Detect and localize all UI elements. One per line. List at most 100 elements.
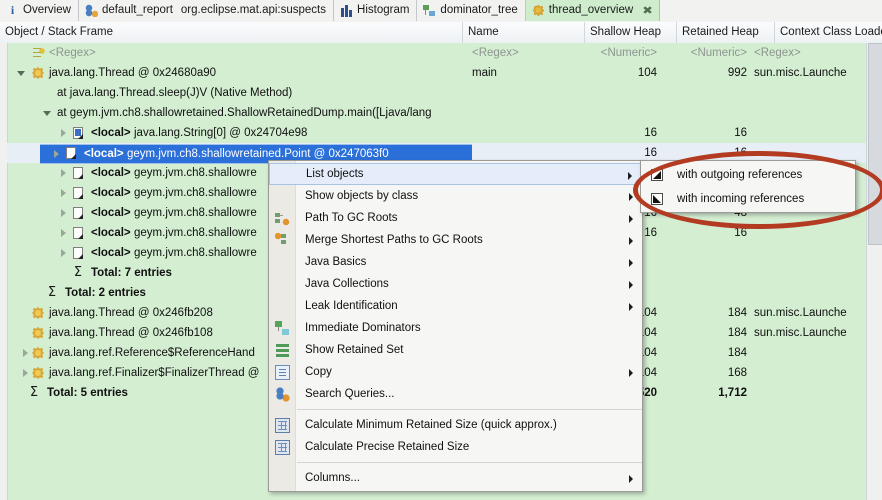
filter-loader[interactable]: <Regex> bbox=[754, 43, 801, 63]
menu-item-immediate-dominators[interactable]: Immediate Dominators bbox=[269, 317, 642, 339]
thread-icon bbox=[31, 306, 45, 320]
row-label: Total: 2 entries bbox=[65, 287, 146, 299]
column-header-context-class-loader[interactable]: Context Class Loader bbox=[775, 22, 882, 43]
menu-separator bbox=[297, 409, 642, 410]
outgoing-refs-icon bbox=[651, 169, 663, 181]
row-retained: 16 bbox=[734, 127, 747, 139]
chevron-right-icon bbox=[629, 281, 633, 289]
table-row[interactable]: at geym.jvm.ch8.shallowretained.ShallowR… bbox=[7, 103, 867, 123]
column-header-name[interactable]: Name bbox=[463, 22, 585, 43]
menu-item-label: Calculate Precise Retained Size bbox=[305, 441, 470, 453]
menu-item-label: Calculate Minimum Retained Size (quick a… bbox=[305, 419, 557, 431]
table-row[interactable]: <local> java.lang.String[0] @ 0x24704e98… bbox=[7, 123, 867, 143]
menu-item-label: Copy bbox=[305, 366, 332, 378]
menu-item-java-basics[interactable]: Java Basics bbox=[269, 251, 642, 273]
row-retained: 16 bbox=[734, 227, 747, 239]
incoming-refs-icon bbox=[651, 193, 663, 205]
menu-item-calculate-minimum-retained-size[interactable]: Calculate Minimum Retained Size (quick a… bbox=[269, 414, 642, 436]
row-label: java.lang.ref.Reference$ReferenceHand bbox=[49, 347, 255, 359]
scrollbar-thumb[interactable] bbox=[868, 43, 882, 245]
row-label: geym.jvm.ch8.shallowre bbox=[134, 247, 257, 259]
twisty-icon[interactable] bbox=[55, 229, 69, 238]
row-label: geym.jvm.ch8.shallowre bbox=[134, 187, 257, 199]
menu-item-path-to-gc-roots[interactable]: Path To GC Roots bbox=[269, 207, 642, 229]
copy-icon bbox=[275, 365, 290, 380]
close-icon[interactable]: ✖ bbox=[642, 4, 653, 17]
submenu-item-outgoing-references[interactable]: with outgoing references bbox=[641, 163, 855, 187]
object-icon bbox=[73, 207, 83, 219]
row-label: java.lang.Thread @ 0x246fb108 bbox=[49, 327, 213, 339]
filter-object[interactable]: <Regex> bbox=[49, 43, 96, 63]
row-name: main bbox=[472, 67, 497, 79]
twisty-icon[interactable] bbox=[48, 150, 62, 159]
tab-thread-overview[interactable]: thread_overview ✖ bbox=[525, 0, 661, 21]
row-local-tag: <local> bbox=[91, 247, 131, 259]
row-local-tag: <local> bbox=[91, 207, 131, 219]
merge-paths-icon bbox=[275, 233, 290, 248]
object-blue-icon bbox=[73, 127, 83, 139]
submenu-item-label: with incoming references bbox=[677, 193, 805, 205]
twisty-icon[interactable] bbox=[55, 169, 69, 178]
regex-filter-icon bbox=[31, 46, 45, 60]
chevron-right-icon bbox=[629, 193, 633, 201]
vertical-scrollbar[interactable] bbox=[866, 43, 882, 500]
row-label: at java.lang.Thread.sleep(J)V (Native Me… bbox=[57, 87, 293, 99]
menu-item-columns[interactable]: Columns... bbox=[269, 467, 642, 489]
row-retained: 168 bbox=[727, 367, 747, 379]
menu-item-calculate-precise-retained-size[interactable]: Calculate Precise Retained Size bbox=[269, 436, 642, 458]
menu-item-label: List objects bbox=[306, 168, 364, 180]
tab-histogram[interactable]: Histogram bbox=[334, 0, 418, 21]
twisty-icon[interactable] bbox=[17, 69, 26, 78]
twisty-icon[interactable] bbox=[55, 249, 69, 258]
calculator-precise-icon bbox=[275, 440, 290, 455]
context-menu: List objects Show objects by class Path … bbox=[268, 160, 643, 492]
dominator-tree-icon bbox=[423, 4, 437, 17]
menu-item-merge-shortest-paths[interactable]: Merge Shortest Paths to GC Roots bbox=[269, 229, 642, 251]
table-row[interactable]: at java.lang.Thread.sleep(J)V (Native Me… bbox=[7, 83, 867, 103]
filter-row[interactable]: <Regex> <Regex> <Numeric> <Numeric> <Reg… bbox=[7, 43, 867, 63]
menu-item-show-retained-set[interactable]: Show Retained Set bbox=[269, 339, 642, 361]
thread-icon bbox=[31, 366, 45, 380]
chevron-right-icon bbox=[629, 237, 633, 245]
menu-item-list-objects[interactable]: List objects bbox=[269, 163, 642, 185]
tab-overview[interactable]: i Overview bbox=[0, 0, 79, 21]
twisty-icon[interactable] bbox=[17, 349, 31, 358]
object-icon bbox=[66, 147, 76, 159]
menu-item-java-collections[interactable]: Java Collections bbox=[269, 273, 642, 295]
tab-dominator-tree[interactable]: dominator_tree bbox=[417, 0, 526, 21]
menu-item-show-objects-by-class[interactable]: Show objects by class bbox=[269, 185, 642, 207]
threads-icon bbox=[531, 4, 545, 17]
menu-item-leak-identification[interactable]: Leak Identification bbox=[269, 295, 642, 317]
menu-item-label: Leak Identification bbox=[305, 300, 398, 312]
filter-retained[interactable]: <Numeric> bbox=[637, 43, 747, 63]
chevron-right-icon bbox=[629, 303, 633, 311]
column-header-shallow[interactable]: Shallow Heap bbox=[585, 22, 677, 43]
menu-item-search-queries[interactable]: Search Queries... bbox=[269, 383, 642, 405]
submenu-item-incoming-references[interactable]: with incoming references bbox=[641, 187, 855, 211]
row-label: Total: 5 entries bbox=[47, 387, 128, 399]
table-column-header: Object / Stack Frame Name Shallow Heap R… bbox=[0, 22, 882, 44]
twisty-icon[interactable] bbox=[17, 369, 31, 378]
object-icon bbox=[73, 167, 83, 179]
column-header-object[interactable]: Object / Stack Frame bbox=[0, 22, 463, 43]
table-row[interactable]: java.lang.Thread @ 0x24680a90 main 104 9… bbox=[7, 63, 867, 83]
row-label: geym.jvm.ch8.shallowre bbox=[134, 167, 257, 179]
twisty-icon[interactable] bbox=[55, 209, 69, 218]
twisty-icon[interactable] bbox=[55, 189, 69, 198]
chevron-right-icon bbox=[629, 475, 633, 483]
thread-icon bbox=[31, 66, 45, 80]
filter-name[interactable]: <Regex> bbox=[472, 43, 519, 63]
menu-item-label: Merge Shortest Paths to GC Roots bbox=[305, 234, 483, 246]
column-header-retained[interactable]: Retained Heap bbox=[677, 22, 775, 43]
row-retained: 184 bbox=[727, 327, 747, 339]
tab-default-report[interactable]: default_report org.eclipse.mat.api:suspe… bbox=[78, 0, 335, 21]
menu-item-copy[interactable]: Copy bbox=[269, 361, 642, 383]
twisty-icon[interactable] bbox=[43, 109, 52, 118]
row-retained: 184 bbox=[727, 307, 747, 319]
row-label: java.lang.String[0] @ 0x24704e98 bbox=[134, 127, 308, 139]
twisty-icon[interactable] bbox=[55, 129, 69, 138]
chevron-right-icon bbox=[629, 215, 633, 223]
row-retained: 992 bbox=[727, 67, 747, 79]
menu-separator bbox=[297, 462, 642, 463]
sigma-icon: Σ bbox=[73, 265, 83, 280]
